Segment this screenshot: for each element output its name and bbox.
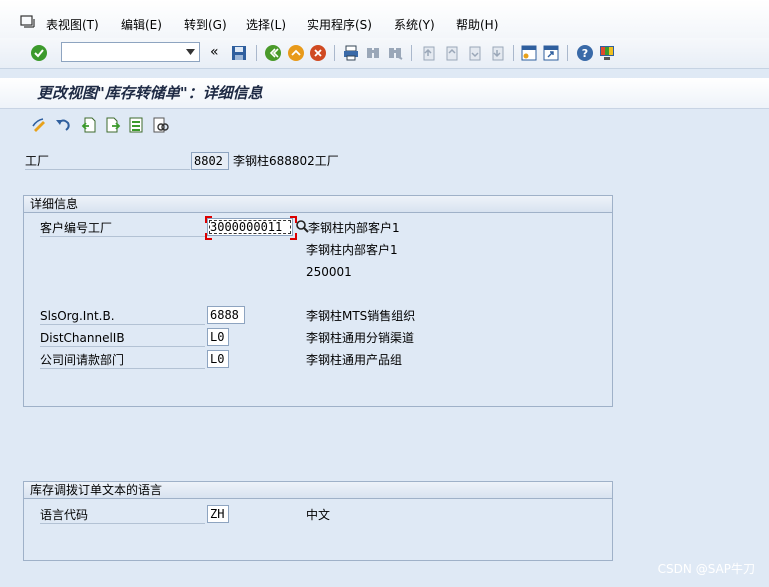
toolbar-separator <box>411 45 412 61</box>
help-icon[interactable]: ? <box>576 44 594 62</box>
details-group-header: 详细信息 <box>24 196 612 213</box>
distribution-channel-input[interactable]: L0 <box>207 328 229 346</box>
menu-select[interactable]: 选择(L) <box>246 16 286 33</box>
menu-utilities[interactable]: 实用程序(S) <box>307 16 372 33</box>
last-page-icon[interactable] <box>488 44 506 62</box>
find-next-icon[interactable] <box>386 44 404 62</box>
distribution-channel-text: 李钢柱通用分销渠道 <box>306 331 415 345</box>
find-entries-icon[interactable] <box>151 116 169 134</box>
menu-goto[interactable]: 转到(G) <box>184 16 227 33</box>
command-field[interactable] <box>61 42 200 62</box>
save-icon[interactable] <box>230 44 248 62</box>
svg-text:?: ? <box>582 47 588 60</box>
page-title: 更改视图"库存转储单"：详细信息 <box>37 84 263 102</box>
language-text: 中文 <box>306 508 331 522</box>
sales-org-text: 李钢柱MTS销售组织 <box>306 309 416 323</box>
standard-toolbar: « ? <box>0 38 769 69</box>
cancel-icon[interactable] <box>309 44 327 62</box>
sales-org-input[interactable]: 6888 <box>207 306 245 324</box>
display-change-icon[interactable] <box>31 116 49 134</box>
toolbar-separator <box>513 45 514 61</box>
next-page-icon[interactable] <box>465 44 483 62</box>
select-all-icon[interactable] <box>127 116 145 134</box>
customer-name-2: 李钢柱内部客户1 <box>306 243 398 257</box>
customer-code: 250001 <box>306 265 352 279</box>
customize-layout-icon[interactable] <box>598 44 616 62</box>
next-entry-icon[interactable] <box>104 116 122 134</box>
first-page-icon[interactable] <box>419 44 437 62</box>
customer-name-1: 李钢柱内部客户1 <box>308 221 400 235</box>
division-input[interactable]: L0 <box>207 350 229 368</box>
system-menu-icon[interactable] <box>20 15 36 29</box>
language-code-input[interactable]: ZH <box>207 505 229 523</box>
focus-corner <box>290 233 297 240</box>
language-code-label: 语言代码 <box>40 507 205 524</box>
back-guillemet-icon[interactable]: « <box>210 44 219 60</box>
watermark: CSDN @SAP牛刀 <box>657 562 755 576</box>
menu-table-view[interactable]: 表视图(T) <box>46 16 99 33</box>
back-icon[interactable] <box>264 44 282 62</box>
application-toolbar <box>0 110 769 138</box>
enter-check-icon[interactable] <box>30 44 48 62</box>
search-help-icon[interactable] <box>295 219 309 233</box>
language-group-header: 库存调拨订单文本的语言 <box>24 482 612 499</box>
customer-number-label: 客户编号工厂 <box>40 220 205 237</box>
menu-bar: 表视图(T) 编辑(E) 转到(G) 选择(L) 实用程序(S) 系统(Y) 帮… <box>0 0 769 38</box>
menu-help[interactable]: 帮助(H) <box>456 16 498 33</box>
find-icon[interactable] <box>364 44 382 62</box>
division-label: 公司间请款部门 <box>40 352 205 369</box>
print-icon[interactable] <box>342 44 360 62</box>
previous-entry-icon[interactable] <box>80 116 98 134</box>
sales-org-label: SlsOrg.Int.B. <box>40 308 205 325</box>
toolbar-separator <box>256 45 257 61</box>
chevron-down-icon[interactable] <box>186 49 195 55</box>
exit-icon[interactable] <box>287 44 305 62</box>
menu-system[interactable]: 系统(Y) <box>394 16 435 33</box>
customer-number-input[interactable]: 3000000011 <box>207 218 293 236</box>
create-session-icon[interactable] <box>520 44 538 62</box>
toolbar-separator <box>334 45 335 61</box>
toolbar-separator <box>567 45 568 61</box>
menu-edit[interactable]: 编辑(E) <box>121 16 162 33</box>
command-input[interactable] <box>65 44 179 62</box>
plant-label: 工厂 <box>25 153 190 170</box>
plant-name: 李钢柱688802工厂 <box>233 154 339 168</box>
plant-code-field: 8802 <box>191 152 229 170</box>
shortcut-icon[interactable] <box>542 44 560 62</box>
focus-corner <box>205 216 212 223</box>
previous-page-icon[interactable] <box>442 44 460 62</box>
focus-corner <box>205 233 212 240</box>
undo-icon[interactable] <box>54 116 72 134</box>
division-text: 李钢柱通用产品组 <box>306 353 403 367</box>
title-bar: 更改视图"库存转储单"：详细信息 <box>0 78 769 109</box>
distribution-channel-label: DistChannelIB <box>40 330 205 347</box>
